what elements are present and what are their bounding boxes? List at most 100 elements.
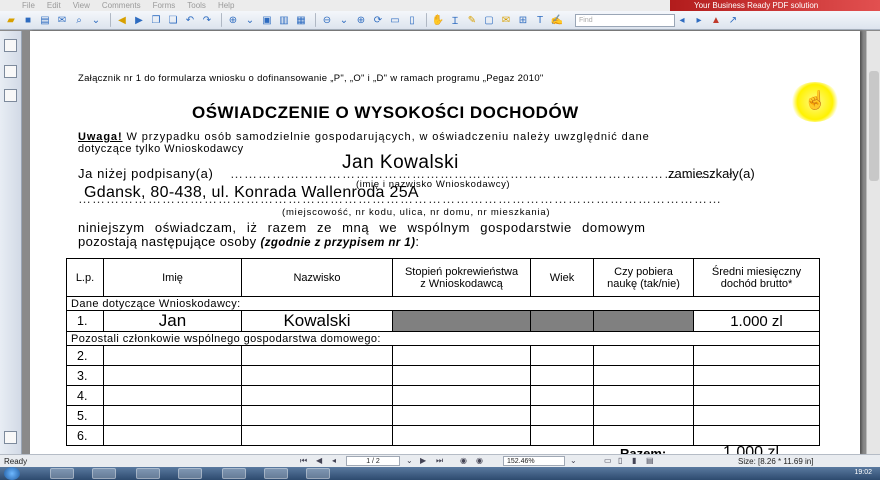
cell-income[interactable] bbox=[693, 385, 820, 406]
paste-icon[interactable]: ❏ bbox=[166, 13, 180, 27]
highlight-icon[interactable]: ✎ bbox=[465, 13, 479, 27]
email-icon[interactable]: ✉ bbox=[55, 13, 69, 27]
scrollbar-thumb[interactable] bbox=[869, 71, 879, 181]
bookmarks-icon[interactable] bbox=[4, 39, 17, 52]
cell-relationship[interactable] bbox=[392, 345, 531, 366]
forward-view-icon[interactable]: ◉ bbox=[476, 456, 483, 465]
menu-forms[interactable]: Forms bbox=[153, 0, 176, 11]
menu-comments[interactable]: Comments bbox=[102, 0, 141, 11]
cell-first-name[interactable]: Jan bbox=[103, 310, 242, 332]
arrow-icon[interactable]: ↗ bbox=[726, 13, 740, 27]
taskbar-app-browser[interactable] bbox=[92, 468, 116, 479]
menu-edit[interactable]: Edit bbox=[47, 0, 61, 11]
cell-first-name[interactable] bbox=[103, 365, 242, 386]
start-button[interactable] bbox=[4, 467, 20, 480]
save-icon[interactable]: ■ bbox=[21, 13, 35, 27]
cell-relationship[interactable] bbox=[392, 365, 531, 386]
cell-income[interactable] bbox=[693, 345, 820, 366]
forward-arrow-icon[interactable]: ▶ bbox=[132, 13, 146, 27]
address-field[interactable]: Gdansk, 80-438, ul. Konrada Wallenroda 2… bbox=[84, 184, 419, 202]
layers-icon[interactable] bbox=[4, 431, 17, 444]
cell-relationship[interactable] bbox=[392, 425, 531, 446]
cell-income[interactable] bbox=[693, 405, 820, 426]
find-input[interactable]: Find bbox=[575, 13, 675, 27]
cell-age[interactable] bbox=[530, 345, 594, 366]
actual-size-icon[interactable]: ▦ bbox=[294, 13, 308, 27]
menu-tools[interactable]: Tools bbox=[187, 0, 206, 11]
cell-age[interactable] bbox=[530, 405, 594, 426]
cell-age[interactable] bbox=[530, 365, 594, 386]
next-page-icon[interactable]: ▶ bbox=[420, 456, 426, 465]
cell-first-name[interactable] bbox=[103, 405, 242, 426]
cell-last-name[interactable] bbox=[241, 425, 393, 446]
rotate-icon[interactable]: ⟳ bbox=[371, 13, 385, 27]
page-view-icon[interactable]: ▭ bbox=[388, 13, 402, 27]
zoom-dropdown-icon[interactable]: ⌄ bbox=[243, 13, 257, 27]
prev-page-icon[interactable]: ◀ bbox=[316, 456, 322, 465]
search-icon[interactable]: ⌕ bbox=[72, 13, 86, 27]
vertical-scrollbar[interactable] bbox=[866, 31, 880, 454]
fit-page-icon[interactable]: ▣ bbox=[260, 13, 274, 27]
cell-student[interactable] bbox=[593, 425, 694, 446]
cell-last-name[interactable]: Kowalski bbox=[241, 310, 393, 332]
open-folder-icon[interactable]: ▰ bbox=[4, 13, 18, 27]
find-next-icon[interactable]: ▸ bbox=[692, 13, 706, 27]
zoom-icon[interactable]: ⊕ bbox=[226, 13, 240, 27]
page-number-input[interactable]: 1 / 2 bbox=[346, 456, 400, 466]
taskbar-app-explorer[interactable] bbox=[50, 468, 74, 479]
cell-age[interactable] bbox=[530, 425, 594, 446]
first-page-icon[interactable]: ⏮ bbox=[300, 456, 307, 466]
taskbar-app-messenger[interactable] bbox=[222, 468, 246, 479]
typewriter-icon[interactable]: T bbox=[533, 13, 547, 27]
cell-income[interactable] bbox=[693, 425, 820, 446]
cell-last-name[interactable] bbox=[241, 345, 393, 366]
facing-continuous-icon[interactable]: ▤ bbox=[646, 456, 654, 465]
fit-width-icon[interactable]: ▥ bbox=[277, 13, 291, 27]
menu-help[interactable]: Help bbox=[218, 0, 234, 11]
undo-icon[interactable]: ↶ bbox=[183, 13, 197, 27]
cell-last-name[interactable] bbox=[241, 405, 393, 426]
single-page-icon[interactable]: ▭ bbox=[604, 456, 612, 465]
signature-icon[interactable]: ✍ bbox=[550, 13, 564, 27]
taskbar-app-editor[interactable] bbox=[178, 468, 202, 479]
cell-age[interactable] bbox=[530, 385, 594, 406]
zoom-dropdown-icon[interactable]: ⌄ bbox=[570, 456, 577, 465]
cell-last-name[interactable] bbox=[241, 385, 393, 406]
taskbar-app-pdf[interactable] bbox=[306, 468, 330, 479]
dropdown-icon[interactable]: ⌄ bbox=[89, 13, 103, 27]
cell-student[interactable] bbox=[593, 365, 694, 386]
cell-student[interactable] bbox=[593, 405, 694, 426]
cell-income[interactable] bbox=[693, 365, 820, 386]
menu-file[interactable]: File bbox=[22, 0, 35, 11]
find-previous-icon[interactable]: ◂ bbox=[675, 13, 689, 27]
cell-last-name[interactable] bbox=[241, 365, 393, 386]
cell-first-name[interactable] bbox=[103, 345, 242, 366]
comment-icon[interactable]: ✉ bbox=[499, 13, 513, 27]
back-view-icon[interactable]: ◉ bbox=[460, 456, 467, 465]
select-text-icon[interactable]: Ɪ bbox=[448, 13, 462, 27]
pages-icon[interactable] bbox=[4, 65, 17, 78]
applicant-name-field[interactable]: Jan Kowalski bbox=[342, 152, 459, 174]
cell-relationship[interactable] bbox=[392, 385, 531, 406]
redo-icon[interactable]: ↷ bbox=[200, 13, 214, 27]
taskbar-app-tool[interactable] bbox=[136, 468, 160, 479]
menu-view[interactable]: View bbox=[73, 0, 90, 11]
zoom-in-icon[interactable]: ⊕ bbox=[354, 13, 368, 27]
cell-relationship[interactable] bbox=[392, 405, 531, 426]
cell-student[interactable] bbox=[593, 385, 694, 406]
zoom-out-icon[interactable]: ⊖ bbox=[320, 13, 334, 27]
continuous-page-icon[interactable]: ▯ bbox=[618, 456, 622, 465]
taskbar-app-media[interactable] bbox=[264, 468, 288, 479]
document-page[interactable]: Załącznik nr 1 do formularza wniosku o d… bbox=[30, 31, 860, 454]
zoom-level-input[interactable]: 152.46% bbox=[503, 456, 565, 466]
copy-icon[interactable]: ❐ bbox=[149, 13, 163, 27]
continuous-view-icon[interactable]: ▯ bbox=[405, 13, 419, 27]
prev-view-icon[interactable]: ◂ bbox=[332, 456, 336, 465]
snapshot-icon[interactable]: ▢ bbox=[482, 13, 496, 27]
cell-income[interactable]: 1.000 zl bbox=[693, 310, 820, 332]
cell-student[interactable] bbox=[593, 345, 694, 366]
print-icon[interactable]: ▤ bbox=[38, 13, 52, 27]
cell-first-name[interactable] bbox=[103, 385, 242, 406]
attachments-icon[interactable] bbox=[4, 89, 17, 102]
zoom-out-dropdown-icon[interactable]: ⌄ bbox=[337, 13, 351, 27]
